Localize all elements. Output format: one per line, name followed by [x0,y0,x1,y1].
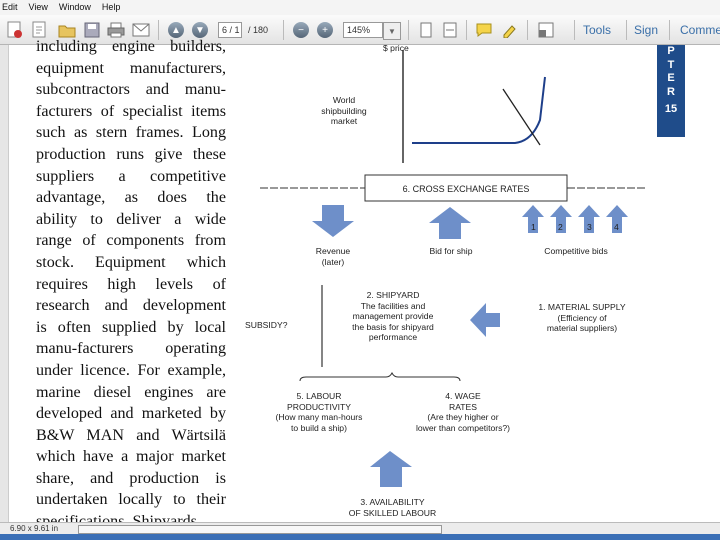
tools-button[interactable]: Tools [583,23,611,37]
labour-productivity-label: 5. LABOUR PRODUCTIVITY (How many man-hou… [275,391,363,433]
text-line: marine diesel engines are [36,383,226,401]
chapter-tab-letter: P [667,45,675,57]
zoom-in-icon[interactable]: + [316,21,334,39]
bid-number: 3 [587,222,592,232]
bid-number: 2 [558,222,563,232]
text-line: subcontractors and manu- [36,81,226,99]
skilled-labour-label: 3. AVAILABILITY OF SKILLED LABOUR [348,497,437,518]
comment-button[interactable]: Comme [680,23,720,37]
text-line: which have a major market [36,448,226,466]
skilled-labour-arrow-icon [370,451,412,487]
create-pdf-icon[interactable] [6,21,24,39]
horizontal-scrollbar[interactable] [78,525,442,534]
competitive-bids-label: Competitive bids [544,246,608,256]
chapter-number: 15 [664,103,678,115]
highlight-icon[interactable] [500,21,518,39]
fit-width-icon[interactable] [441,21,459,39]
taskbar-strip [0,534,720,540]
menu-view[interactable]: View [29,0,48,15]
bid-number: 4 [614,222,619,232]
fit-page-icon[interactable] [417,21,435,39]
text-line: is often supplied by local [36,318,226,336]
bid-arrow-icon [429,207,471,239]
demand-curve [502,88,541,146]
material-supply-label: 1. MATERIAL SUPPLY (Efficiency of materi… [538,302,626,333]
sign-button[interactable]: Sign [634,23,658,37]
text-line: manu-facturers operating [36,340,226,358]
menu-bar: Edit View Window Help [0,0,720,15]
chapter-tab-letter: E [667,72,675,84]
market-label: World shipbuilding market [321,95,367,126]
text-line: equipment manufacturers, [36,59,226,77]
page-size-readout: 6.90 x 9.61 in [10,524,59,533]
bid-label: Bid for ship [429,246,473,256]
supply-curve [412,76,546,144]
zoom-out-icon[interactable]: − [292,21,310,39]
wage-rates-label: 4. WAGE RATES (Are they higher or lower … [415,391,511,433]
shipbuilding-diagram [260,50,645,487]
text-line: under licence. For example, [36,361,226,379]
text-line: research and development [36,297,226,315]
expand-icon[interactable] [537,21,555,39]
text-line: B&W MAN and Wärtsilä [36,426,226,444]
menu-help[interactable]: Help [102,0,121,15]
material-arrow-icon [470,303,500,337]
text-line: stock. Equipment which [36,253,226,271]
text-line: suppliers a competitive [36,167,226,185]
text-line: range of components from [36,232,226,250]
body-text: including engine builders, equipment man… [36,36,226,533]
text-line: such as stern frames. Long [36,124,226,142]
revenue-label: Revenue (later) [315,246,351,267]
text-line: facturers of specialist items [36,102,226,120]
zoom-dropdown-chevron-down-icon[interactable]: ▼ [383,22,401,40]
revenue-arrow-icon [312,205,354,237]
text-line: undertaken locally to their [36,491,226,509]
menu-edit[interactable]: Edit [2,0,18,15]
text-line: ability to deliver a wide [36,210,226,228]
text-line: requires high levels of [36,275,226,293]
left-navigation-pane[interactable] [0,45,9,522]
price-axis-label: $ price [383,43,409,53]
subsidy-label: SUBSIDY? [245,320,288,330]
chapter-tab: P T E R 15 [657,45,685,137]
text-line: share, and production is [36,469,226,487]
text-line: production runs give these [36,145,226,163]
page-count: / 180 [248,25,269,35]
shipyard-label: 2. SHIPYARD The facilities and managemen… [352,290,434,342]
zoom-input[interactable]: 145% [343,22,383,38]
menu-window[interactable]: Window [59,0,91,15]
exchange-rates-label: 6. CROSS EXCHANGE RATES [402,184,530,194]
comment-bubble-icon[interactable] [475,21,493,39]
text-line: including engine builders, [36,38,226,55]
chapter-tab-letter: R [667,85,675,98]
chapter-tab-letter: T [667,58,675,71]
text-line: advantage, as does the [36,189,226,207]
text-line: developed and marketed by [36,405,226,423]
bid-number: 1 [531,222,536,232]
